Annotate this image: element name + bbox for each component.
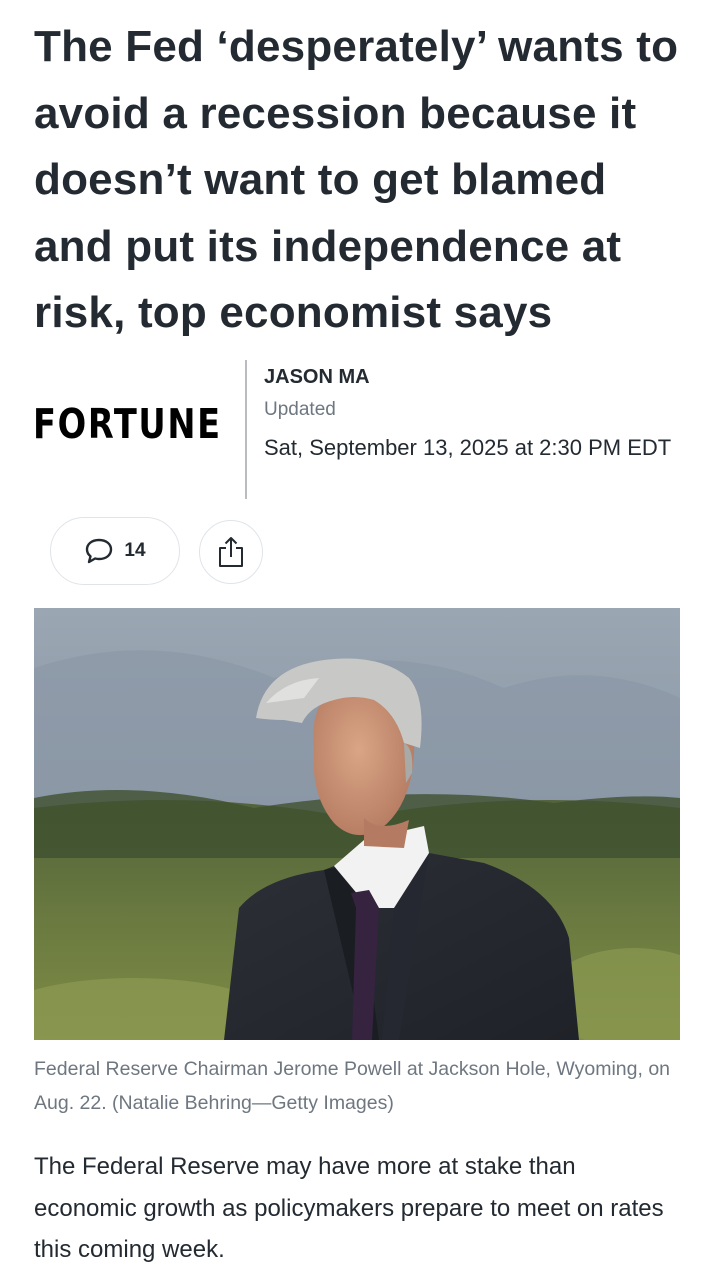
share-button[interactable] [199, 520, 263, 584]
publish-date: Sat, September 13, 2025 at 2:30 PM EDT [264, 435, 672, 460]
article-photo[interactable] [34, 608, 680, 1040]
publisher-logo[interactable]: FORTUNE [33, 400, 222, 448]
comment-count: 14 [124, 540, 146, 561]
article-paragraph: The Federal Reserve may have more at sta… [34, 1153, 664, 1263]
updated-label: Updated [264, 399, 336, 420]
comments-button[interactable]: 14 [50, 517, 180, 585]
byline-divider [245, 360, 247, 499]
byline: FORTUNE JASON MA Updated Sat, September … [0, 360, 714, 500]
speech-bubble-icon [86, 538, 113, 564]
image-caption: Federal Reserve Chairman Jerome Powell a… [34, 1058, 671, 1114]
author-name[interactable]: JASON MA [264, 366, 370, 389]
share-icon [219, 537, 243, 567]
article-headline: The Fed ‘desperately’ wants to avoid a r… [34, 22, 679, 337]
